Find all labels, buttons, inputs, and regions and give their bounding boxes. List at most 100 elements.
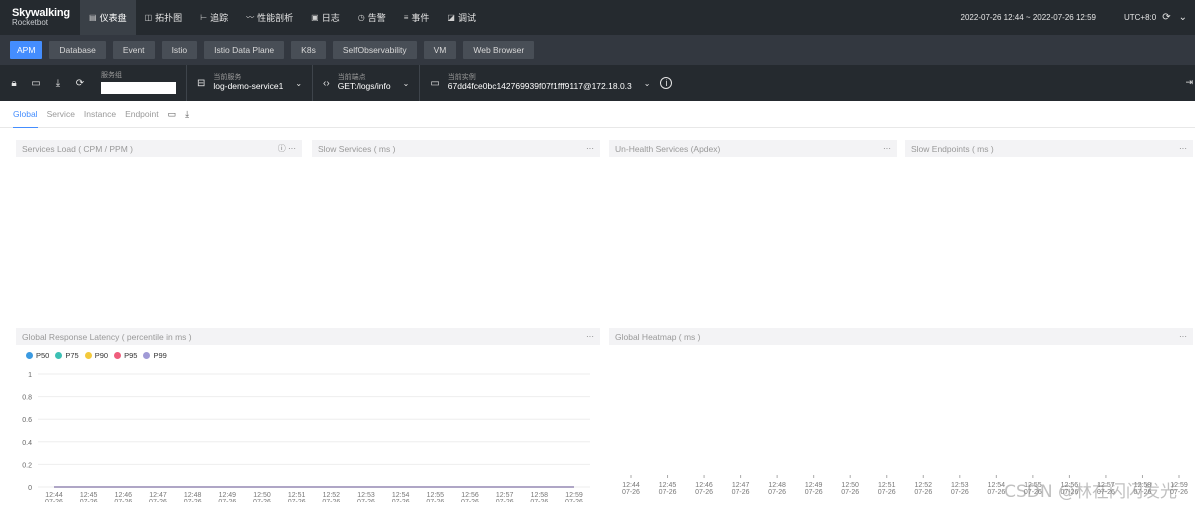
service-value: log-demo-service1 bbox=[213, 81, 284, 92]
nav-label: 事件 bbox=[411, 13, 430, 23]
tab-2[interactable]: Instance bbox=[84, 101, 116, 128]
chevron-down-icon[interactable]: ⌄ bbox=[295, 79, 302, 88]
layer-button-4[interactable]: Istio Data Plane bbox=[204, 41, 285, 59]
time-range[interactable]: 2022-07-26 12:44 ~ 2022-07-26 12:59 bbox=[961, 13, 1096, 22]
x-tick-label: 12:46 bbox=[695, 482, 713, 489]
legend-item[interactable]: P75 bbox=[55, 351, 79, 360]
x-tick-label: 07-26 bbox=[695, 489, 713, 496]
layer-button-2[interactable]: Event bbox=[112, 41, 155, 59]
layer-button-5[interactable]: K8s bbox=[291, 41, 326, 59]
layer-button-1[interactable]: Database bbox=[49, 41, 106, 59]
x-tick-label: 07-26 bbox=[45, 499, 63, 502]
info-icon[interactable]: ⓘ bbox=[278, 144, 286, 153]
x-tick-label: 12:49 bbox=[219, 492, 237, 499]
legend-item[interactable]: P99 bbox=[143, 351, 167, 360]
x-tick-label: 12:53 bbox=[951, 482, 969, 489]
download-icon[interactable]: ⤓ bbox=[185, 109, 189, 120]
x-tick-label: 07-26 bbox=[322, 499, 340, 502]
collapse-icon[interactable]: ⇥ bbox=[1185, 77, 1193, 88]
x-tick-label: 12:53 bbox=[357, 492, 375, 499]
layer-button-3[interactable]: Istio bbox=[161, 41, 198, 59]
nav-item-7[interactable]: ◪ 调试 bbox=[438, 0, 485, 35]
x-tick-label: 12:58 bbox=[531, 492, 549, 499]
nav-item-6[interactable]: ≡ 事件 bbox=[395, 0, 439, 35]
x-tick-label: 12:59 bbox=[565, 492, 583, 499]
brand-sub: Rocketbot bbox=[12, 18, 49, 27]
x-tick-label: 07-26 bbox=[357, 499, 375, 502]
service-selector[interactable]: ⊟ 当前服务 log-demo-service1 ⌄ bbox=[187, 65, 314, 101]
nav-item-0[interactable]: ▤ 仪表盘 bbox=[80, 0, 136, 35]
tab-1[interactable]: Service bbox=[47, 101, 75, 128]
legend-item[interactable]: P50 bbox=[26, 351, 49, 360]
layer-button-6[interactable]: SelfObservability bbox=[332, 41, 417, 59]
download-icon[interactable]: ⤓ bbox=[47, 78, 69, 89]
timezone[interactable]: UTC+8:0 bbox=[1124, 13, 1156, 22]
x-tick-label: 12:50 bbox=[841, 482, 859, 489]
nav-item-1[interactable]: ◫ 拓扑图 bbox=[136, 0, 192, 35]
layer-button-8[interactable]: Web Browser bbox=[463, 41, 535, 59]
more-icon[interactable]: ··· bbox=[1179, 144, 1187, 153]
nav-item-4[interactable]: ▣ 日志 bbox=[302, 0, 349, 35]
more-icon[interactable]: ··· bbox=[586, 332, 594, 341]
x-tick-label: 07-26 bbox=[149, 499, 167, 502]
endpoint-selector[interactable]: ‹› 当前端点 GET:/logs/info ⌄ bbox=[313, 65, 421, 101]
chevron-down-icon[interactable]: ⌄ bbox=[403, 79, 410, 88]
legend-dot bbox=[55, 352, 63, 359]
more-icon[interactable]: ··· bbox=[1179, 332, 1187, 341]
tab-0[interactable]: Global bbox=[13, 101, 38, 128]
chevron-down-icon[interactable]: ⌄ bbox=[1179, 12, 1187, 23]
x-tick-label: 07-26 bbox=[841, 489, 859, 496]
brand-logo[interactable]: Skywalking Rocketbot bbox=[0, 8, 80, 27]
auto-refresh-icon[interactable]: ⟳ bbox=[1162, 12, 1170, 23]
nav-item-3[interactable]: 〰性能剖析 bbox=[237, 0, 302, 35]
layer-button-0[interactable]: APM bbox=[10, 41, 43, 59]
service-group-input[interactable] bbox=[101, 81, 176, 94]
x-tick-label: 07-26 bbox=[80, 499, 98, 502]
x-tick-label: 12:57 bbox=[496, 492, 514, 499]
x-tick-label: 12:54 bbox=[988, 482, 1006, 489]
lock-icon[interactable]: 🔒︎ bbox=[3, 78, 25, 89]
layer-button-7[interactable]: VM bbox=[423, 41, 457, 59]
x-tick-label: 07-26 bbox=[392, 499, 410, 502]
legend-item[interactable]: P95 bbox=[114, 351, 137, 360]
service-group-label: 服务组 bbox=[101, 72, 122, 80]
nav-item-5[interactable]: ◷ 告警 bbox=[349, 0, 395, 35]
x-tick-label: 07-26 bbox=[530, 499, 548, 502]
more-icon[interactable]: ··· bbox=[883, 144, 891, 153]
folder-icon[interactable]: ▭ bbox=[168, 109, 177, 120]
chart-legend: P50 P75 P90 P95 P99 bbox=[26, 351, 600, 360]
selector-bar: 🔒︎ ▭ ⤓ ⟳ 服务组 ⊟ 当前服务 log-demo-service1 ⌄ … bbox=[0, 65, 1195, 101]
instance-selector[interactable]: ▭ 当前实例 67dd4fce0bc142769939f07f1fff9117@… bbox=[420, 65, 682, 101]
x-tick-label: 07-26 bbox=[878, 489, 896, 496]
chevron-down-icon[interactable]: ⌄ bbox=[644, 79, 651, 88]
x-tick-label: 12:48 bbox=[768, 482, 786, 489]
service-group-selector[interactable]: 服务组 bbox=[91, 65, 187, 101]
dashboard-grid: Services Load ( CPM / PPM ) ⓘ ··· Slow Se… bbox=[0, 128, 1195, 508]
x-tick-label: 12:47 bbox=[149, 492, 167, 499]
tab-3[interactable]: Endpoint bbox=[125, 101, 159, 128]
x-tick-label: 07-26 bbox=[987, 489, 1005, 496]
info-icon[interactable]: i bbox=[660, 77, 673, 89]
folder-icon[interactable]: ▭ bbox=[25, 78, 47, 89]
legend-item[interactable]: P90 bbox=[84, 351, 108, 360]
nav-label: 拓扑图 bbox=[155, 13, 183, 23]
x-tick-label: 07-26 bbox=[184, 499, 202, 502]
y-tick-label: 1 bbox=[28, 372, 32, 379]
service-icon: ⊟ bbox=[197, 77, 206, 89]
x-tick-label: 12:56 bbox=[461, 492, 479, 499]
refresh-icon[interactable]: ⟳ bbox=[69, 78, 91, 89]
x-tick-label: 12:48 bbox=[184, 492, 202, 499]
dashboard-tabs: Global Service Instance Endpoint ▭ ⤓ bbox=[0, 101, 1195, 128]
legend-label: P50 bbox=[36, 351, 50, 360]
nav-item-2[interactable]: ⊢ 追踪 bbox=[191, 0, 237, 35]
nav-label: 告警 bbox=[367, 13, 386, 23]
x-tick-label: 07-26 bbox=[426, 499, 444, 502]
endpoint-value: GET:/logs/info bbox=[337, 81, 391, 92]
x-tick-label: 12:44 bbox=[622, 482, 640, 489]
more-icon[interactable]: ··· bbox=[288, 144, 296, 153]
more-icon[interactable]: ··· bbox=[586, 144, 594, 153]
nav-icon: 〰 bbox=[246, 13, 255, 22]
main-nav: ▤ 仪表盘 ◫ 拓扑图 ⊢ 追踪〰性能剖析 ▣ 日志 ◷ 告警 ≡ 事件 ◪ 调试 bbox=[80, 0, 485, 35]
x-tick-label: 07-26 bbox=[622, 489, 640, 496]
nav-label: 调试 bbox=[457, 13, 476, 23]
